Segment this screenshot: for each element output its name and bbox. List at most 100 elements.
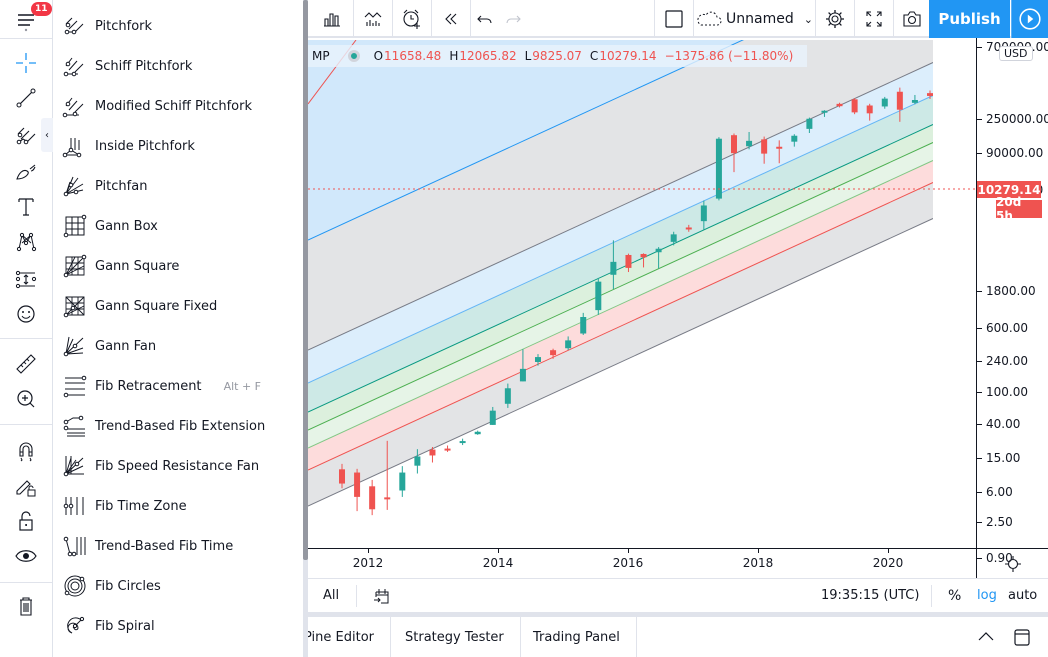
price-tick <box>977 458 982 459</box>
snapshot-button[interactable] <box>894 0 930 38</box>
menu-item-fib-speed-resistance-fan[interactable]: Fib Speed Resistance Fan <box>53 446 301 486</box>
chart-pane[interactable] <box>308 40 976 548</box>
tab-trading-panel[interactable]: Trading Panel <box>517 617 637 657</box>
candle-body <box>746 140 753 147</box>
log-scale-button[interactable]: log <box>977 588 997 603</box>
high-key: H <box>449 49 459 63</box>
auto-scale-button[interactable]: auto <box>1008 588 1037 603</box>
candle-body <box>791 135 798 142</box>
lock-drawing-icon <box>16 480 36 497</box>
menu-item-pitchfork[interactable]: Pitchfork <box>53 6 301 46</box>
camera-icon <box>903 11 921 27</box>
menu-item-inside-pitchfork[interactable]: Inside Pitchfork <box>53 126 301 166</box>
candle-body <box>761 139 768 154</box>
undo-button[interactable] <box>472 0 498 38</box>
pitchfan-icon <box>61 172 89 200</box>
clock-display[interactable]: 19:35:15 (UTC) <box>821 588 919 603</box>
chevron-up-icon <box>978 632 994 641</box>
pitchfork-tool[interactable] <box>8 119 44 151</box>
prediction-tool[interactable] <box>8 263 44 295</box>
redo-button[interactable] <box>500 0 526 38</box>
measure-tool[interactable] <box>8 348 44 380</box>
scale-settings-button[interactable] <box>976 548 1048 578</box>
lock-drawings-button[interactable] <box>8 470 44 502</box>
magnet-mode-button[interactable] <box>8 435 44 467</box>
price-chart[interactable] <box>308 40 976 548</box>
candle-body <box>535 357 541 362</box>
maximize-panel-button[interactable] <box>1012 627 1032 651</box>
trend-line-tool[interactable] <box>8 82 44 114</box>
menu-item-gann-square-fixed[interactable]: Gann Square Fixed <box>53 286 301 326</box>
price-label: 100.00 <box>986 385 1028 399</box>
gann-square-icon <box>61 252 89 280</box>
price-tick <box>977 291 982 292</box>
bar-chart-icon <box>324 13 340 27</box>
text-tool[interactable] <box>8 191 44 223</box>
toggle-layout-button[interactable] <box>655 0 693 38</box>
indicators-button[interactable] <box>354 0 392 38</box>
currency-button[interactable]: USD <box>999 46 1033 61</box>
menu-item-gann-box[interactable]: Gann Box <box>53 206 301 246</box>
menu-item-fib-circles[interactable]: Fib Circles <box>53 566 301 606</box>
menu-item-schiff-pitchfork[interactable]: Schiff Pitchfork <box>53 46 301 86</box>
menu-item-trend-based-fib-time[interactable]: Trend-Based Fib Time <box>53 526 301 566</box>
tab-pine-editor[interactable]: Pine Editor <box>298 617 392 657</box>
emoji-tool[interactable] <box>8 298 44 330</box>
layout-name-dropdown[interactable]: Unnamed ⌄ <box>696 0 814 38</box>
percent-scale-button[interactable]: % <box>948 588 961 604</box>
menu-item-trend-based-fib-extension[interactable]: Trend-Based Fib Extension <box>53 406 301 446</box>
collapse-panel-button[interactable] <box>976 627 996 651</box>
publish-button[interactable]: Publish <box>929 0 1010 38</box>
time-label: 2012 <box>352 556 384 570</box>
hide-drawings-button[interactable] <box>8 540 44 572</box>
candle-body <box>836 103 843 107</box>
crosshair-tool[interactable] <box>8 47 44 79</box>
publish-video-button[interactable] <box>1011 0 1048 38</box>
change-value: −1375.86 (−11.80%) <box>664 49 794 63</box>
time-scale[interactable]: 2012 2014 2016 2018 2020 <box>308 548 976 578</box>
gann-square-fixed-icon <box>61 292 89 320</box>
replay-button[interactable] <box>432 0 470 38</box>
symbol-name: MP <box>312 49 330 63</box>
menu-item-gann-square[interactable]: Gann Square <box>53 246 301 286</box>
remove-drawings-button[interactable] <box>8 590 44 622</box>
candle-body <box>459 441 466 444</box>
brush-tool[interactable] <box>8 156 44 188</box>
gann-fan-icon <box>61 332 89 360</box>
gann-box-icon <box>61 212 89 240</box>
rewind-icon <box>445 13 457 25</box>
menu-item-fib-time-zone[interactable]: Fib Time Zone <box>53 486 301 526</box>
tab-strategy-tester[interactable]: Strategy Tester <box>389 617 521 657</box>
menu-item-pitchfan[interactable]: Pitchfan <box>53 166 301 206</box>
menu-item-gann-fan[interactable]: Gann Fan <box>53 326 301 366</box>
range-all-button[interactable]: All <box>323 588 339 603</box>
zoom-in-tool[interactable] <box>8 383 44 415</box>
price-tick <box>977 47 982 48</box>
redo-icon <box>506 15 521 24</box>
pattern-tool[interactable] <box>8 226 44 258</box>
bottom-toolbar: All 19:35:15 (UTC) % log auto <box>308 578 1048 612</box>
lock-all-button[interactable] <box>8 505 44 537</box>
menu-item-fib-retracement[interactable]: Fib Retracement Alt + F <box>53 366 301 406</box>
emoji-icon <box>17 305 35 323</box>
candle-body <box>821 110 828 113</box>
price-tick <box>977 522 982 523</box>
price-tick <box>977 392 982 393</box>
time-label: 2018 <box>742 556 774 570</box>
goto-date-button[interactable] <box>372 586 392 610</box>
fullscreen-button[interactable] <box>855 0 893 38</box>
inside-pitchfork-icon <box>61 132 89 160</box>
create-alert-button[interactable] <box>393 0 431 38</box>
menu-scrollbar-thumb[interactable] <box>303 0 308 560</box>
expand-tool-group-button[interactable]: ‹ <box>41 118 53 152</box>
price-scale[interactable]: 700000.00250000.0090000.0030000.001800.0… <box>976 38 1048 565</box>
menu-item-fib-spiral[interactable]: Fib Spiral <box>53 606 301 646</box>
trend-fib-time-icon <box>61 532 89 560</box>
time-tick <box>498 549 499 553</box>
time-label: 2014 <box>482 556 514 570</box>
fib-circles-icon <box>61 572 89 600</box>
chart-settings-button[interactable] <box>816 0 854 38</box>
menu-item-modified-schiff-pitchfork[interactable]: Modified Schiff Pitchfork <box>53 86 301 126</box>
chart-type-button[interactable] <box>312 0 352 38</box>
price-label: 2.50 <box>986 515 1013 529</box>
